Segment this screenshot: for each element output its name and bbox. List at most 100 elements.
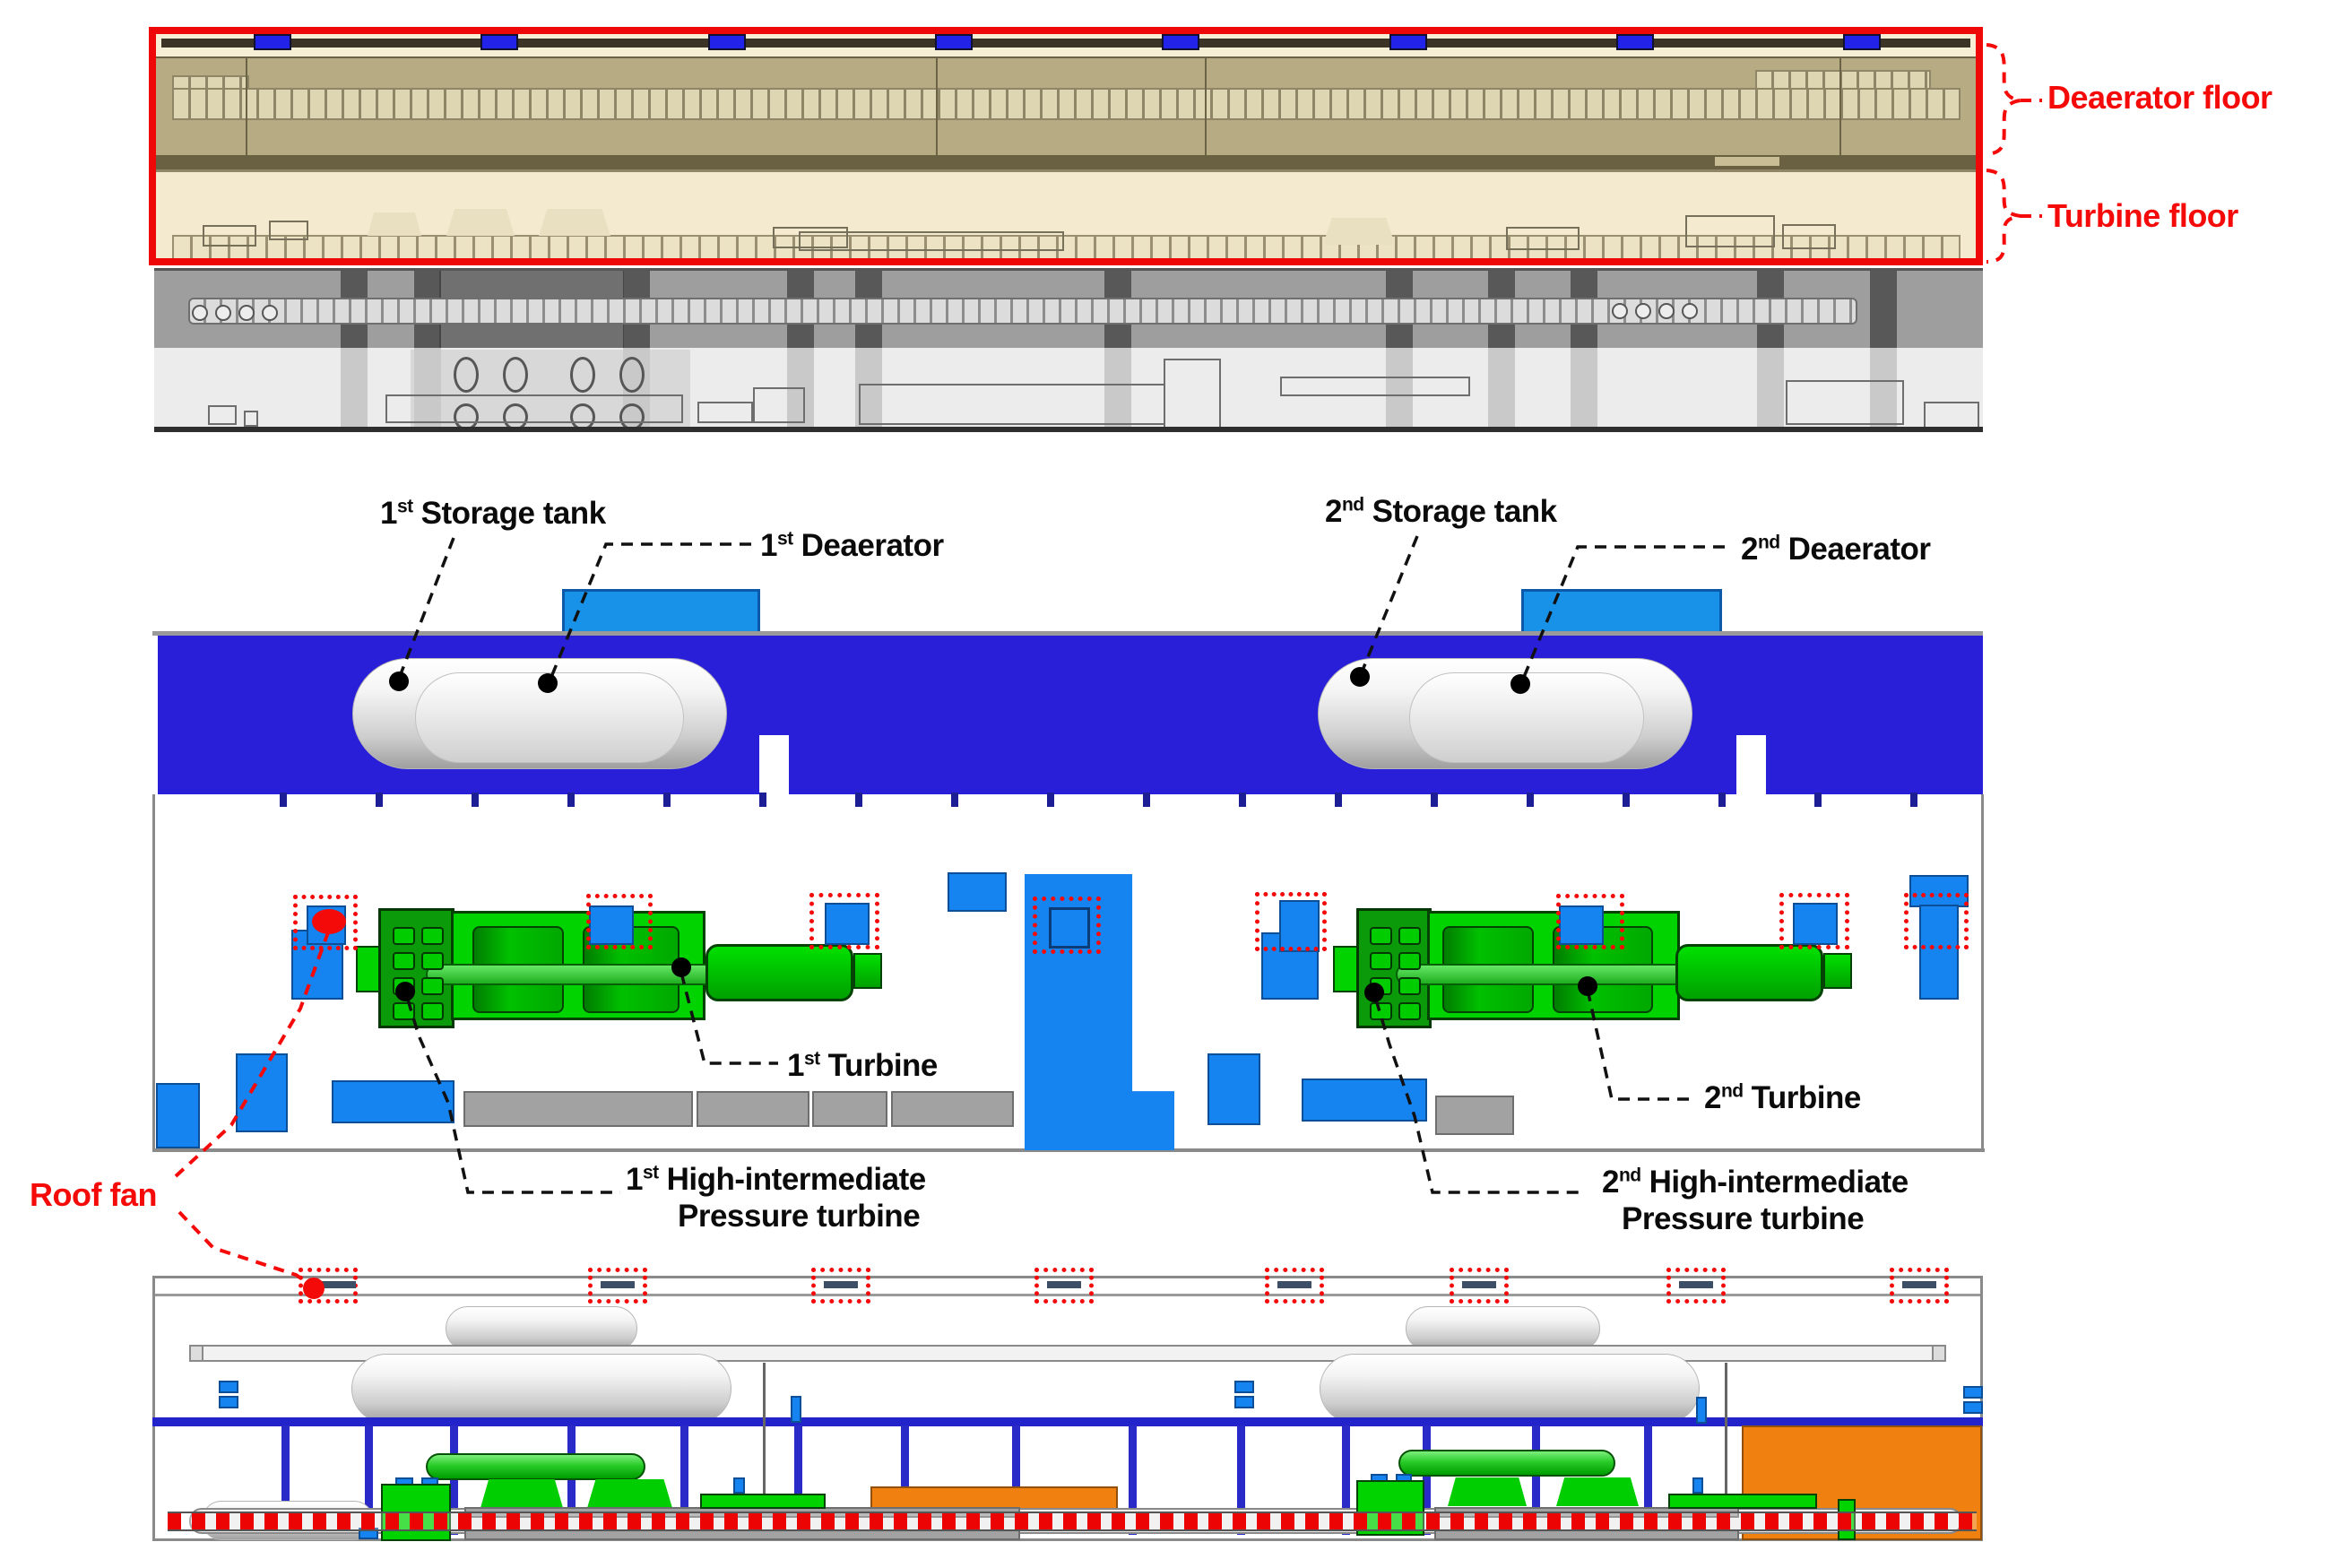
gray-elevation-piping-row [188, 298, 1857, 325]
roof-fan-marker-box [293, 895, 358, 950]
building-column-lower [1571, 348, 1597, 427]
beam-stub-1 [791, 1396, 801, 1423]
turbine-1-elevation-cylinder [426, 1453, 645, 1480]
roof-fan-marker-box [1904, 893, 1969, 949]
turbine-2-front-standard [1333, 946, 1358, 992]
plan-band-notch-2 [1736, 735, 1766, 794]
roof-fan-marker-box [1779, 893, 1849, 949]
equipment-ellipse [454, 357, 479, 393]
plan-band-notch-1 [759, 735, 789, 794]
red-highlight-box [149, 27, 1983, 265]
plan-column-tick [1814, 793, 1822, 807]
label-roof-fan: Roof fan [30, 1176, 157, 1214]
roof-fan-marker-box [1033, 897, 1101, 954]
plan-column-tick [376, 793, 383, 807]
deaerator-1-plan [415, 672, 684, 763]
hp-valve-cell [393, 952, 415, 970]
turbine-1-elevation-lp2 [587, 1479, 672, 1508]
equipment-outline-box [385, 394, 683, 423]
label-deaerator-1: 1stDeaerator [760, 527, 944, 564]
small-blue-unit [1963, 1386, 1983, 1399]
pipe-circle [1635, 303, 1651, 319]
equipment-outline-box [753, 387, 805, 423]
leader-roof-fan-down [179, 1212, 307, 1282]
plan-column-tick [1239, 793, 1246, 807]
label-deaerator-2: 2ndDeaerator [1741, 531, 1931, 567]
hp-valve-cell [421, 1002, 444, 1020]
plan-blue-equipment-rect [156, 1083, 200, 1148]
label-turbine-1: 1stTurbine [787, 1047, 938, 1084]
label-turbine-2: 2ndTurbine [1704, 1079, 1861, 1116]
pipe-circle [192, 305, 208, 321]
hp-valve-cell [1398, 952, 1421, 970]
equipment-outline-box [1164, 359, 1221, 429]
building-column-lower [1757, 348, 1784, 427]
hp-valve-cell [1398, 977, 1421, 995]
hp-valve-cell [421, 977, 444, 995]
equipment-outline-box [208, 405, 237, 425]
plan-border-left [152, 794, 155, 1150]
pipe-circle [238, 305, 255, 321]
turbine-2-elevation-lp1 [1448, 1477, 1527, 1506]
small-blue-unit [219, 1381, 238, 1393]
plan-column-tick [759, 793, 766, 807]
turbine-2-shaft [1396, 964, 1692, 985]
plan-column-tick [1143, 793, 1150, 807]
roof-fan-dash [824, 1281, 858, 1288]
label-deaerator-floor: Deaerator floor [2047, 79, 2272, 117]
equipment-ellipse [570, 357, 595, 393]
hp-valve-cell [393, 1002, 415, 1020]
gray-elevation-base-line [154, 427, 1983, 432]
storage-tank-2-elevation [1320, 1354, 1700, 1424]
plan-blue-equipment-rect [948, 872, 1007, 912]
equipment-outline-box [859, 384, 1165, 425]
roof-fan-marker-box [586, 894, 653, 949]
turbine-2-aux-slab [1668, 1494, 1817, 1509]
hp-valve-cell [1370, 952, 1392, 970]
generator-2 [1675, 944, 1823, 1001]
building-column-lower [1488, 348, 1515, 427]
plan-border-right [1981, 794, 1984, 1150]
equipment-outline-box [244, 411, 258, 427]
equipment-ellipse [619, 357, 645, 393]
equipment-ellipse [503, 357, 528, 393]
pipe-circle [1612, 303, 1628, 319]
label-storage-tank-1: 1stStorage tank [380, 495, 606, 532]
roof-fan-dash [1277, 1281, 1311, 1288]
plan-column-tick [567, 793, 575, 807]
hp-valve-cell [1370, 927, 1392, 945]
roof-fan-marker-box [809, 893, 879, 949]
plan-column-tick [1718, 793, 1726, 807]
plan-gray-pedestal [812, 1091, 887, 1127]
label-turbine-floor: Turbine floor [2047, 197, 2238, 235]
turbine-1-aux-slab [700, 1494, 826, 1509]
turbine-1-aux-stub [733, 1477, 745, 1494]
brace-turbine-floor [1986, 170, 2021, 262]
turbine-1-front-standard [356, 946, 381, 992]
exciter-2 [1823, 953, 1852, 989]
small-blue-unit [1234, 1396, 1254, 1408]
plan-column-tick [280, 793, 287, 807]
roof-fan-dash [1679, 1281, 1713, 1288]
small-blue-unit [1234, 1381, 1254, 1393]
deaerator-penthouse-1 [562, 589, 760, 637]
turbine-floor-beam [152, 1417, 1983, 1426]
plan-column-tick [1335, 793, 1342, 807]
turbine-2-aux-stub [1692, 1477, 1703, 1494]
plant-layout-diagram: Deaerator floor Turbine floor Roof fan 1… [0, 0, 2337, 1568]
plan-gray-pedestal [697, 1091, 809, 1127]
equipment-outline-box [1280, 377, 1470, 396]
small-blue-unit [1963, 1401, 1983, 1414]
roof-fan-dash [322, 1281, 356, 1288]
roof-fan-dash [1047, 1281, 1081, 1288]
turbine-2-elevation-lp2 [1556, 1477, 1639, 1506]
plan-column-tick [1623, 793, 1630, 807]
building-column-lower [341, 348, 368, 427]
plan-column-tick [951, 793, 958, 807]
small-blue-unit [219, 1396, 238, 1408]
label-hip-turbine-2: 2ndHigh-intermediate Pressure turbine [1602, 1164, 1909, 1238]
plan-column-tick [1527, 793, 1534, 807]
turbine-2-elevation-cylinder [1398, 1450, 1615, 1477]
hp-valve-cell [421, 952, 444, 970]
plan-column-tick [472, 793, 479, 807]
